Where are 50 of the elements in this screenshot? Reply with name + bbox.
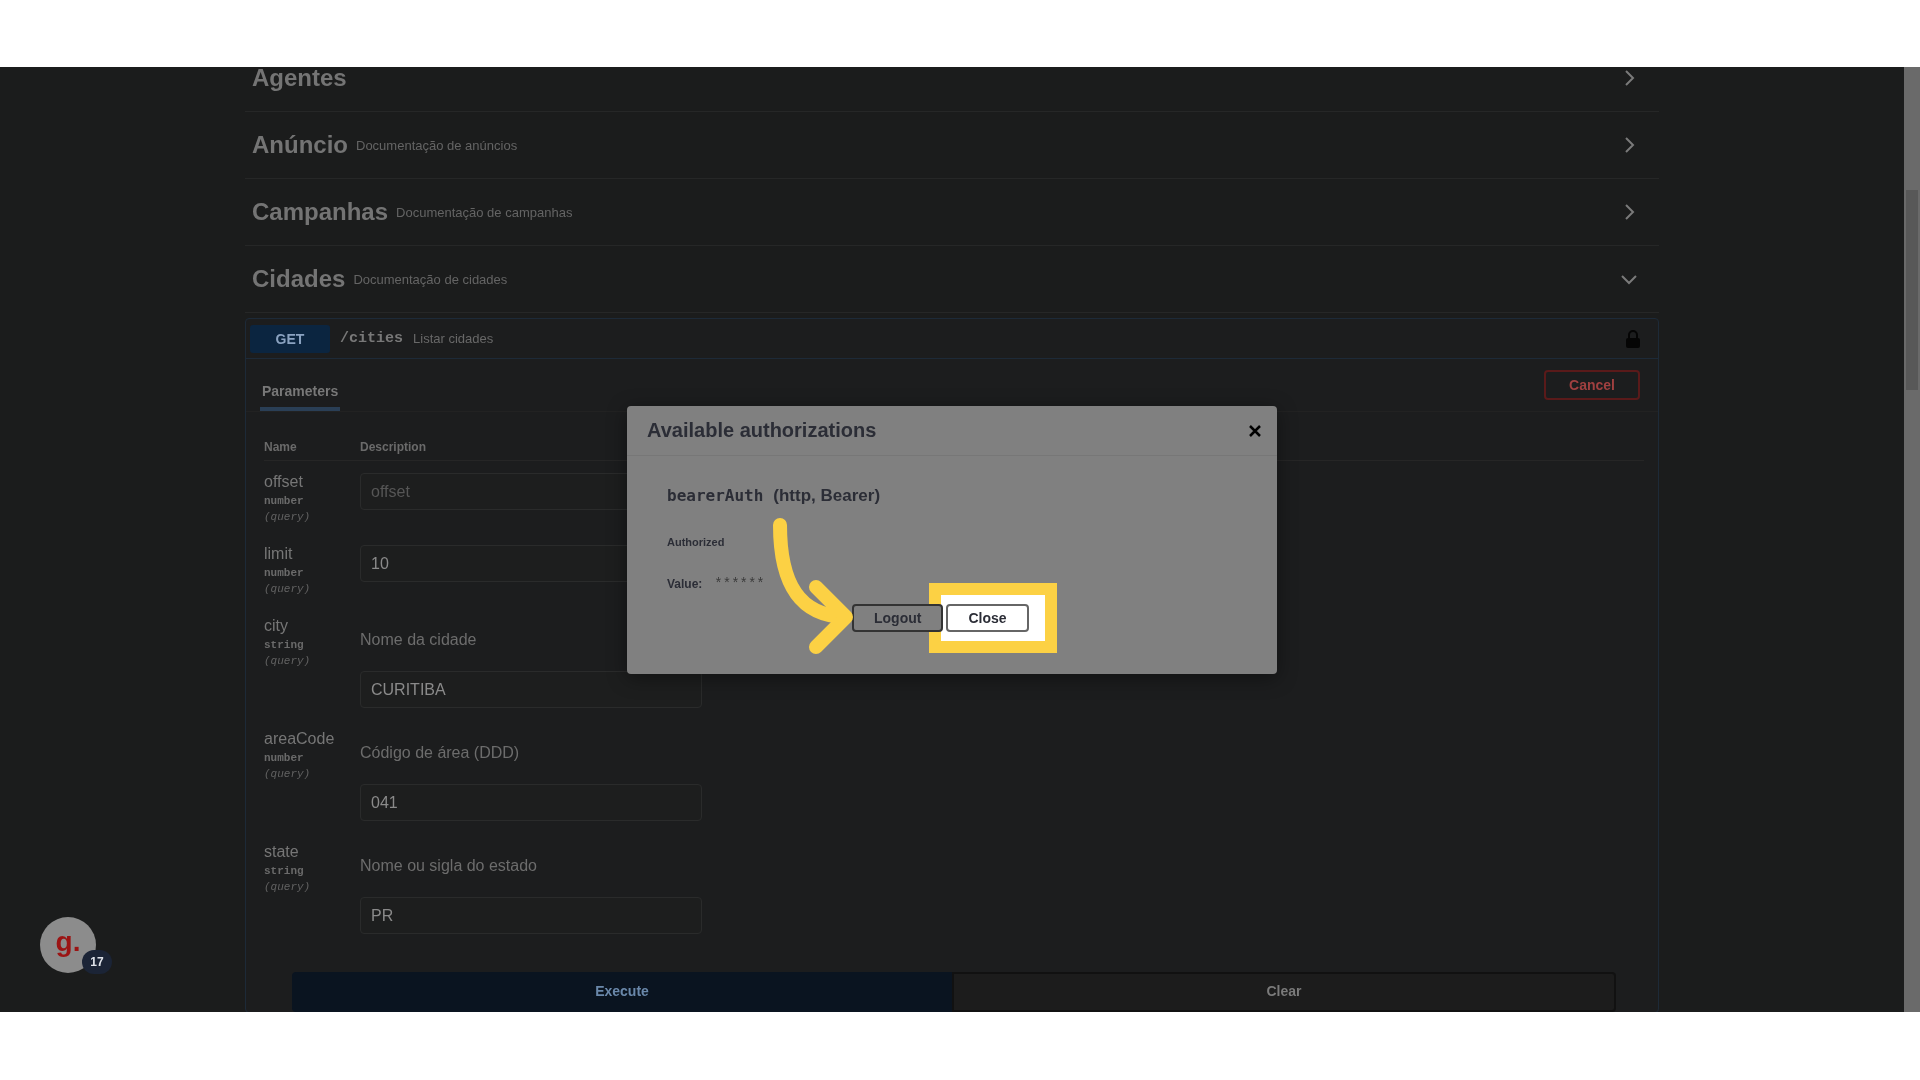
section-header[interactable]: Agentes <box>245 67 1659 112</box>
parameter-name: state <box>264 843 300 861</box>
section-description: Documentação de campanhas <box>396 204 574 220</box>
input-field[interactable]: 041 <box>360 784 702 821</box>
parameter-type: number <box>264 495 305 507</box>
notification-badge: 17 <box>82 950 112 974</box>
parameter-name: offset <box>264 473 304 491</box>
token-value: ****** <box>714 576 765 592</box>
dialog-title: Available authorizations <box>647 419 877 442</box>
cancel-button[interactable]: Cancel <box>1544 370 1640 400</box>
endpoint-summary: Listar cidades <box>413 331 495 346</box>
section-description: Documentação de cidades <box>353 271 509 287</box>
clear-button[interactable]: Clear <box>952 972 1616 1012</box>
parameters-tab[interactable]: Parameters <box>260 369 341 411</box>
auth-status: Authorized <box>667 536 726 548</box>
section-title: Campanhas <box>252 198 389 226</box>
section-title: Anúncio <box>252 131 348 159</box>
method-badge: GET <box>250 324 330 353</box>
endpoint-path: /cities <box>340 330 403 347</box>
parameter-type: string <box>264 865 305 877</box>
section-description: Documentação de anúncios <box>356 137 519 153</box>
column-header: Name <box>264 440 298 454</box>
parameter-type: string <box>264 639 305 651</box>
column-header: Description <box>360 440 426 454</box>
parameter-location: (query) <box>264 768 312 780</box>
section-header[interactable]: Cidades Documentação de cidades <box>245 246 1659 313</box>
scrollbar[interactable] <box>1904 67 1920 1012</box>
parameter-description: Código de área (DDD) <box>360 744 521 762</box>
input-field[interactable]: PR <box>360 897 702 934</box>
parameter-name: limit <box>264 545 294 563</box>
close-icon[interactable] <box>1249 424 1261 437</box>
parameter-type: number <box>264 567 305 579</box>
parameter-description: Nome ou sigla do estado <box>360 857 538 875</box>
parameter-type: number <box>264 752 305 764</box>
input-field[interactable]: CURITIBA <box>360 671 702 708</box>
parameter-location: (query) <box>264 511 312 523</box>
logout-button[interactable]: Logout <box>852 604 944 632</box>
parameter-description: Nome da cidade <box>360 631 478 649</box>
parameter-location: (query) <box>264 583 312 595</box>
parameter-name: areaCode <box>264 730 336 748</box>
section-title: Agentes <box>252 67 347 92</box>
parameter-location: (query) <box>264 655 312 667</box>
parameter-name: city <box>264 617 289 635</box>
section-header[interactable]: Anúncio Documentação de anúncios <box>245 112 1659 179</box>
scheme-type: (http, Bearer) <box>773 486 881 506</box>
section-header[interactable]: Campanhas Documentação de campanhas <box>245 179 1659 246</box>
section-title: Cidades <box>252 265 346 293</box>
execute-button[interactable]: Execute <box>292 972 952 1012</box>
close-button[interactable]: Close <box>946 604 1029 632</box>
parameter-location: (query) <box>264 881 312 893</box>
